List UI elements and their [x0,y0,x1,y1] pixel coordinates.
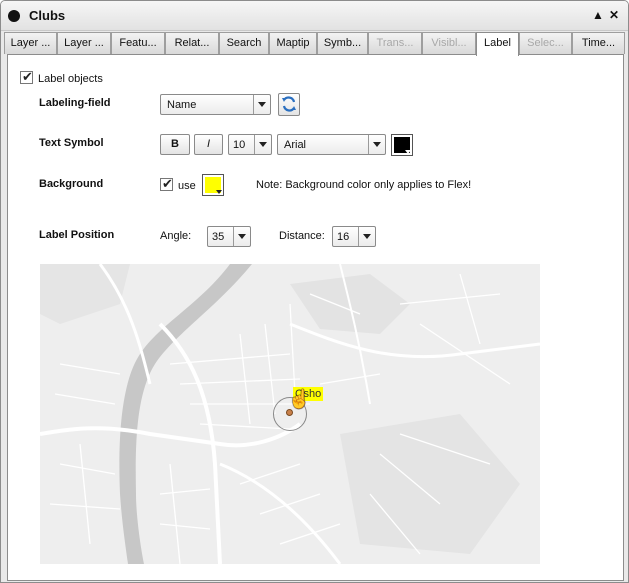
tab-search[interactable]: Search [219,32,269,54]
angle-value: 35 [212,231,225,243]
label-objects-label: Label objects [38,73,103,85]
tab-relations[interactable]: Relat... [165,32,219,54]
label-settings-panel: ✔ Label objects Labeling-field Name Text… [7,54,624,581]
tab-bar: Layer ... Layer ... Featu... Relat... Se… [4,32,627,56]
distance-label: Distance: [279,230,325,242]
bold-button[interactable]: B [160,134,190,155]
tab-features[interactable]: Featu... [111,32,165,54]
background-label: Background [39,178,104,190]
font-size-value: 10 [233,139,246,151]
window-icon [8,10,20,22]
refresh-button[interactable] [278,93,300,116]
tab-time[interactable]: Time... [572,32,625,54]
tab-symbology[interactable]: Symb... [317,32,368,54]
checkmark-icon: ✔ [22,69,33,84]
tab-selection: Selec... [519,32,572,54]
chevron-down-icon [253,95,270,114]
label-objects-checkbox[interactable]: ✔ [20,69,33,84]
minimize-icon[interactable]: ▲ [592,8,604,22]
chevron-down-icon [216,190,222,194]
tab-layer-1[interactable]: Layer ... [4,32,57,54]
distance-select[interactable]: 16 [332,226,376,247]
distance-value: 16 [337,231,350,243]
chevron-down-icon [368,135,385,154]
labeling-field-label: Labeling-field [39,97,111,109]
font-family-select[interactable]: Arial [277,134,386,155]
background-color-picker[interactable] [202,174,224,196]
chevron-down-icon [233,227,250,246]
use-background-label: use [178,180,196,192]
tab-maptip[interactable]: Maptip [269,32,317,54]
chevron-down-icon [358,227,375,246]
text-symbol-label: Text Symbol [39,137,104,149]
font-family-value: Arial [284,139,307,151]
angle-select[interactable]: 35 [207,226,251,247]
labeling-field-value: Name [167,99,197,111]
label-preview-map[interactable]: Osho ☝ [40,264,540,564]
chevron-down-icon [254,135,271,154]
tab-label[interactable]: Label [476,32,519,56]
use-background-checkbox[interactable]: ✔ [160,176,173,191]
close-icon[interactable]: ✕ [609,8,619,22]
tab-transparency: Trans... [368,32,422,54]
angle-label: Angle: [160,230,192,242]
label-position-label: Label Position [39,229,115,241]
checkmark-icon: ✔ [162,176,173,191]
background-note: Note: Background color only applies to F… [256,179,472,191]
hand-cursor-icon: ☝ [288,389,311,409]
window-title: Clubs [29,8,66,23]
feature-point [286,409,293,416]
text-color-picker[interactable] [391,134,413,156]
tab-layer-2[interactable]: Layer ... [57,32,111,54]
font-size-select[interactable]: 10 [228,134,272,155]
tab-visibility: Visibl... [422,32,476,54]
labeling-field-select[interactable]: Name [160,94,271,115]
chevron-down-icon [405,150,411,154]
title-bar[interactable]: Clubs ▲ ✕ [1,1,628,31]
refresh-icon [282,96,296,112]
italic-button[interactable]: I [194,134,223,155]
clubs-window: Clubs ▲ ✕ Layer ... Layer ... Featu... R… [0,0,629,583]
